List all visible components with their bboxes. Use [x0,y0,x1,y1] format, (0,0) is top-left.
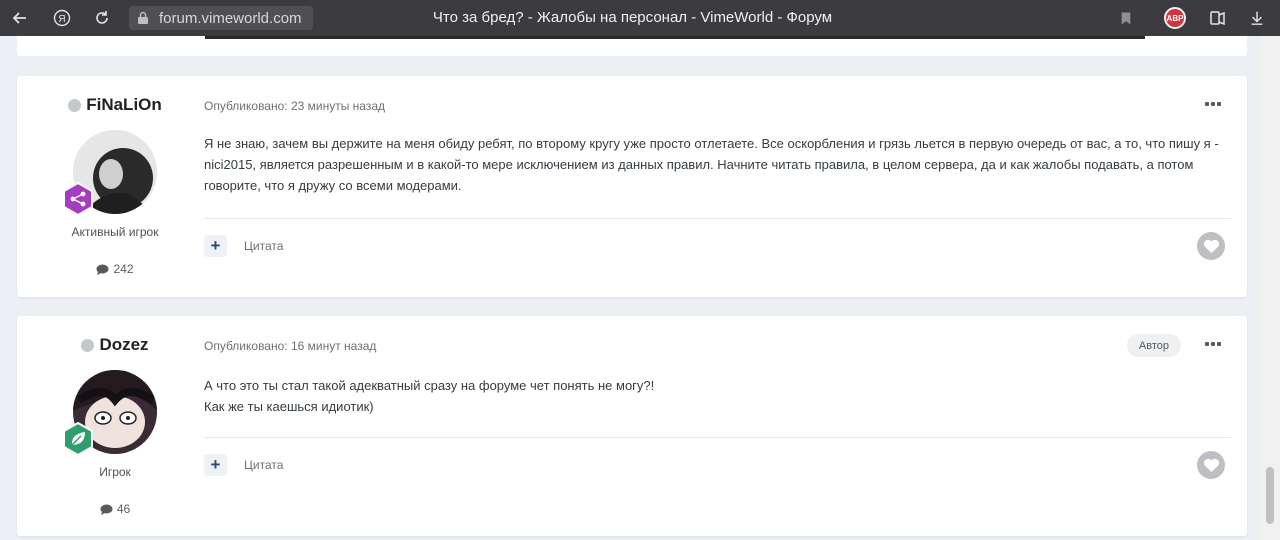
yandex-icon[interactable]: Я [50,6,74,30]
comment-icon [100,504,113,515]
author-badge: Автор [1126,334,1181,357]
quote-button[interactable]: Цитата [244,458,283,472]
heart-icon [1203,458,1219,472]
divider [204,218,1231,219]
rank-leaf-icon [61,421,95,457]
author-name: FiNaLiOn [86,95,162,114]
rank-title: Активный игрок [71,225,159,239]
extensions-icon[interactable] [1206,6,1230,30]
url-text: forum.vimeworld.com [159,9,302,27]
author-name-link[interactable]: Dozez [17,335,213,355]
browser-toolbar: Я forum.vimeworld.com Что за бред? - Жал… [0,0,1280,36]
adblock-label: ABP [1164,7,1186,29]
download-icon[interactable] [1245,6,1269,30]
like-heart-button[interactable] [1197,451,1225,479]
post-date[interactable]: Опубликовано: 16 минут назад [204,339,376,353]
content-paragraph: Как же ты каешься идиотик) [204,399,374,414]
more-options-icon[interactable] [1205,342,1221,348]
post-date[interactable]: Опубликовано: 23 минуты назад [204,99,385,113]
offline-status-icon [68,98,82,112]
post-content: А что это ты стал такой адекватный сразу… [204,375,1234,417]
like-heart-button[interactable] [1197,232,1225,260]
quote-button[interactable]: Цитата [244,239,283,253]
page-title: Что за бред? - Жалобы на персонал - Vime… [432,9,833,26]
rank-share-icon [61,181,95,217]
offline-status-icon [81,338,95,352]
forum-post: Dozez Игрок 46 Опубликовано: 16 минут на… [17,316,1247,536]
bookmark-icon[interactable] [1114,6,1138,30]
adblock-icon[interactable]: ABP [1163,6,1187,30]
rank-title: Игрок [99,465,131,479]
previous-post-edge [17,36,1247,56]
address-bar[interactable]: forum.vimeworld.com [129,6,313,30]
content-paragraph: Я не знаю, зачем вы держите на меня обид… [204,136,1219,193]
multiquote-plus-button[interactable]: + [204,235,227,257]
forum-post: FiNaLiOn Активный игрок 242 Опубликовано… [17,76,1247,297]
content-paragraph: А что это ты стал такой адекватный сразу… [204,378,655,393]
post-count: 242 [17,262,213,276]
reload-icon[interactable] [90,6,114,30]
image-edge [205,36,1145,39]
post-content: Я не знаю, зачем вы держите на меня обид… [204,133,1234,196]
back-arrow-icon[interactable] [8,6,32,30]
author-name-link[interactable]: FiNaLiOn [17,95,213,115]
divider [204,437,1231,438]
post-count: 46 [17,502,213,516]
more-options-icon[interactable] [1205,102,1221,108]
scrollbar-thumb[interactable] [1266,467,1274,524]
multiquote-plus-button[interactable]: + [204,454,227,476]
author-name: Dozez [99,335,149,354]
page-scrollbar[interactable] [1260,36,1280,540]
lock-icon [138,11,148,24]
heart-icon [1203,239,1219,253]
svg-text:Я: Я [58,14,65,25]
post-count-value: 242 [113,262,134,276]
post-count-value: 46 [116,502,131,516]
comment-icon [96,264,109,275]
